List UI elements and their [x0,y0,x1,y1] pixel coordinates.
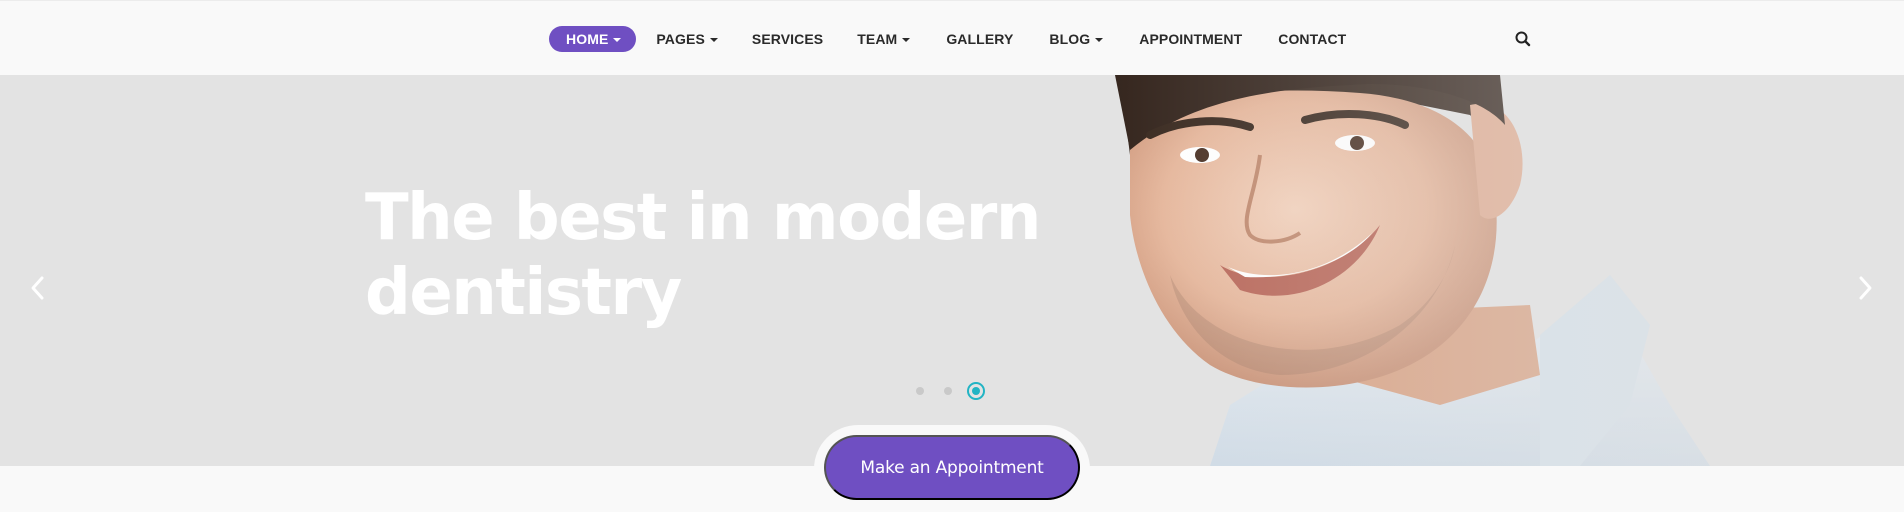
nav-item-home[interactable]: HOME [549,26,637,52]
nav-item-appointment[interactable]: APPOINTMENT [1139,26,1242,52]
make-appointment-button[interactable]: Make an Appointment [824,435,1080,500]
caret-down-icon [1095,38,1104,42]
chevron-right-icon[interactable] [1853,273,1877,303]
nav-item-label: APPOINTMENT [1139,31,1243,47]
nav-menu: HOME PAGES SERVICES TEAM GALLERY BLOG AP… [549,26,1346,52]
nav-item-contact[interactable]: CONTACT [1278,26,1346,52]
slider-dot-2[interactable] [944,387,952,395]
nav-item-services[interactable]: SERVICES [752,26,823,52]
slider-dot-1[interactable] [916,387,924,395]
nav-item-label: BLOG [1049,31,1091,47]
nav-item-label: GALLERY [946,31,1014,47]
nav-item-gallery[interactable]: GALLERY [946,26,1013,52]
caret-down-icon [709,38,718,42]
caret-down-icon [902,38,911,42]
hero-slider: The best in modern dentistry [0,75,1904,466]
main-navbar: HOME PAGES SERVICES TEAM GALLERY BLOG AP… [0,0,1904,75]
hero-title: The best in modern dentistry [365,181,1045,331]
search-icon[interactable] [1514,30,1532,48]
nav-item-label: HOME [566,31,609,47]
hero-title-line-2: dentistry [365,256,682,330]
nav-item-pages[interactable]: PAGES [656,26,718,52]
nav-item-team[interactable]: TEAM [857,26,911,52]
nav-item-blog[interactable]: BLOG [1049,26,1104,52]
chevron-left-icon[interactable] [26,273,50,303]
caret-down-icon [613,38,622,42]
nav-item-label: CONTACT [1278,31,1347,47]
slider-dot-3-active[interactable] [967,382,985,400]
nav-item-label: PAGES [656,31,705,47]
hero-title-line-1: The best in modern [365,181,1041,255]
slider-pagination [916,382,985,400]
hero-image [1110,75,1904,466]
nav-item-label: TEAM [857,31,898,47]
nav-item-label: SERVICES [751,31,824,47]
